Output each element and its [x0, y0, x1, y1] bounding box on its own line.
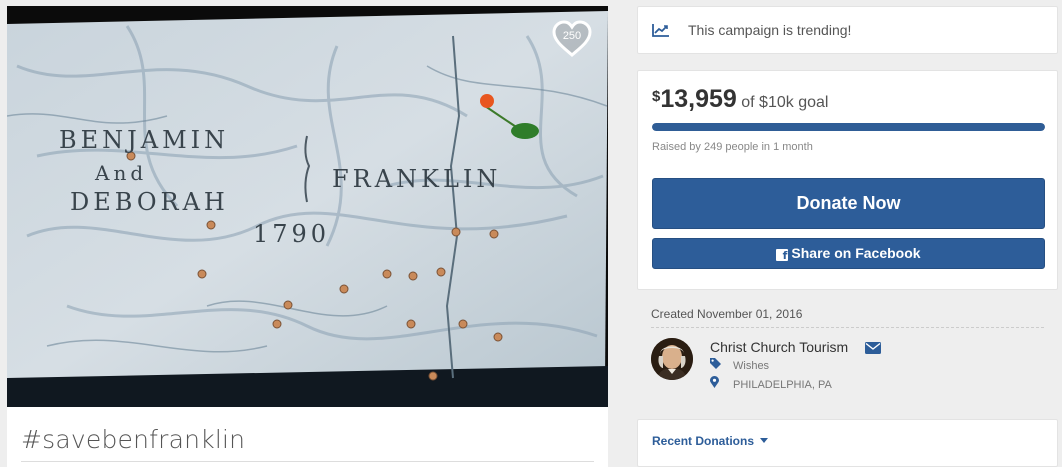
- funding-card: $13,959 of $10k goal Raised by 249 peopl…: [637, 70, 1058, 290]
- raised-summary: $13,959 of $10k goal: [652, 85, 828, 114]
- engraving-line1: BENJAMIN: [59, 126, 229, 154]
- divider: [651, 327, 1044, 328]
- progress-bar: [652, 123, 1045, 131]
- campaign-title: #savebenfranklin: [21, 425, 246, 454]
- raised-amount: 13,959: [660, 85, 737, 113]
- organizer-info: Created November 01, 2016 Christ Church …: [637, 296, 1058, 406]
- recent-donations-label: Recent Donations: [652, 434, 755, 448]
- grave-marble-image: BENJAMIN And DEBORAH FRANKLIN 1790: [7, 6, 608, 407]
- engraving-surname: FRANKLIN: [332, 165, 501, 193]
- organizer-name[interactable]: Christ Church Tourism: [710, 339, 848, 355]
- recent-donations-toggle[interactable]: Recent Donations: [652, 434, 769, 448]
- share-facebook-label: Share on Facebook: [791, 245, 921, 261]
- envelope-icon[interactable]: [865, 342, 881, 354]
- location-row: PHILADELPHIA, PA: [710, 376, 832, 391]
- facebook-icon: f: [776, 249, 789, 262]
- trending-banner: This campaign is trending!: [637, 6, 1058, 54]
- like-button[interactable]: 250: [550, 19, 594, 59]
- category-text: Wishes: [733, 360, 770, 372]
- category-row: Wishes: [710, 358, 769, 372]
- created-date: Created November 01, 2016: [651, 307, 803, 321]
- trending-chart-icon: [652, 24, 669, 37]
- divider: [21, 461, 594, 462]
- progress-fill: [652, 123, 1045, 131]
- like-count: 250: [562, 30, 582, 42]
- location-text: PHILADELPHIA, PA: [733, 379, 832, 391]
- goal-text: of $10k goal: [741, 94, 829, 111]
- trending-text: This campaign is trending!: [688, 22, 852, 38]
- campaign-title-card: #savebenfranklin: [7, 407, 608, 467]
- share-facebook-button[interactable]: f Share on Facebook: [652, 238, 1045, 269]
- raised-meta: Raised by 249 people in 1 month: [652, 141, 813, 153]
- donate-button[interactable]: Donate Now: [652, 178, 1045, 229]
- currency-symbol: $: [652, 88, 661, 105]
- tag-icon: [710, 358, 724, 372]
- engraving-line2: And: [94, 161, 147, 185]
- recent-donations-card: Recent Donations: [637, 419, 1058, 467]
- engraving-year: 1790: [253, 220, 330, 248]
- map-pin-icon: [710, 376, 724, 391]
- caret-down-icon: [760, 438, 769, 443]
- avatar[interactable]: [651, 338, 693, 380]
- portrait-image: [651, 338, 693, 380]
- engraving-line3: DEBORAH: [70, 188, 229, 216]
- campaign-photo[interactable]: BENJAMIN And DEBORAH FRANKLIN 1790 250: [7, 6, 608, 407]
